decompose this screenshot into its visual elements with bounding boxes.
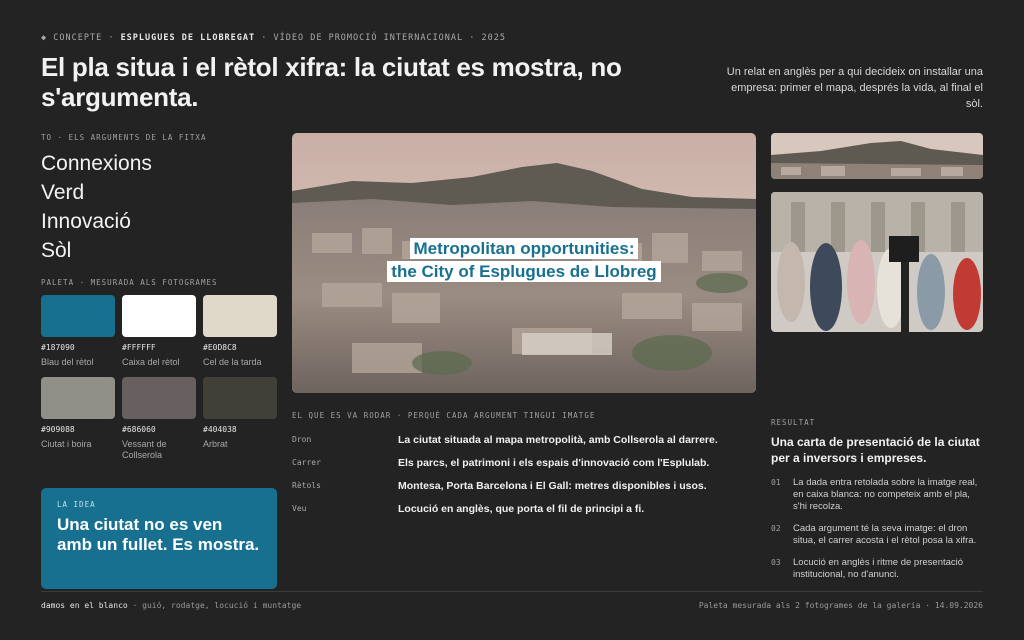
skyline-thumbnail: [771, 133, 983, 179]
shoot-key: Dron: [292, 435, 312, 444]
footer-divider: [41, 591, 983, 592]
idea-text: Una ciutat no es ven amb un fullet. Es m…: [57, 515, 260, 554]
swatch: #686060 Vessant de Collserola: [122, 377, 196, 487]
swatch-hex: #909088: [41, 425, 75, 434]
swatch-hex: #187090: [41, 343, 75, 352]
shoot-row: Dron La ciutat situada al mapa metropoli…: [292, 428, 756, 451]
intro-text: Un relat en anglès per a qui decideix on…: [726, 66, 983, 110]
result-number: 01: [771, 478, 781, 487]
swatch-name: Vessant de Collserola: [122, 439, 167, 460]
swatch-hex: #686060: [122, 425, 156, 434]
swatch-chip: [203, 295, 277, 337]
swatch-hex: #E0D8C8: [203, 343, 237, 352]
idea-label: LA IDEA: [57, 500, 96, 509]
swatch-chip: [122, 295, 196, 337]
shoot-value: La ciutat situada al mapa metropolità, a…: [398, 433, 718, 446]
shoot-key: Veu: [292, 504, 307, 513]
footer-credits: damos en el blanco · guió, rodatge, locu…: [41, 601, 301, 610]
shoot-row: Carrer Els parcs, el patrimoni i els esp…: [292, 451, 756, 474]
swatch: #404038 Arbrat: [203, 377, 277, 487]
shoot-value: Montesa, Porta Barcelona i El Gall: metr…: [398, 479, 707, 492]
eyebrow-concept: CONCEPTE: [53, 33, 103, 43]
eyebrow-city: ESPLUGUES DE LLOBREGAT: [120, 33, 256, 43]
swatch-chip: [203, 377, 277, 419]
shoot-list: Dron La ciutat situada al mapa metropoli…: [292, 428, 756, 520]
swatch-chip: [41, 295, 115, 337]
result-item: 01 La dada entra retolada sobre la imatg…: [771, 477, 986, 513]
event-thumbnail: [771, 192, 983, 332]
video-title-overlay: Metropolitan opportunities: the City of …: [292, 237, 756, 283]
skyline-image: [771, 133, 983, 179]
shoot-row: Rètols Montesa, Porta Barcelona i El Gal…: [292, 474, 756, 497]
page-title: El pla situa i el rètol xifra: la ciutat…: [41, 52, 622, 112]
video-title-line: Metropolitan opportunities:: [409, 238, 639, 259]
arguments-list: Connexions Verd Innovació Sòl: [41, 149, 152, 265]
argument-item: Innovació: [41, 210, 131, 233]
swatch: #909088 Ciutat i boira: [41, 377, 115, 487]
result-text: La dada entra retolada sobre la imatge r…: [793, 477, 978, 512]
shoot-key: Carrer: [292, 458, 321, 467]
palette-grid: #187090 Blau del rètol #FFFFFF Caixa del…: [41, 295, 277, 460]
shoot-value: Els parcs, el patrimoni i els espais d'i…: [398, 456, 710, 469]
shoot-value: Locució en anglès, que porta el fil de p…: [398, 502, 645, 515]
idea-card: LA IDEA Una ciutat no es ven amb un full…: [41, 488, 277, 589]
eyebrow-type: VÍDEO DE PROMOCIÓ INTERNACIONAL: [273, 33, 464, 43]
swatch-hex: #FFFFFF: [122, 343, 156, 352]
shoot-row: Veu Locució en anglès, que porta el fil …: [292, 497, 756, 520]
footer-note: Paleta mesurada als 2 fotogrames de la g…: [698, 601, 983, 610]
eyebrow-year: 2025: [481, 33, 506, 43]
result-number: 02: [771, 524, 781, 533]
result-item: 03 Locució en anglès i ritme de presenta…: [771, 557, 986, 581]
swatch-hex: #404038: [203, 425, 237, 434]
swatch-chip: [122, 377, 196, 419]
shoot-key: Rètols: [292, 481, 321, 490]
argument-item: Verd: [41, 181, 85, 204]
result-label: RESULTAT: [771, 418, 816, 427]
video-title-line: the City of Esplugues de Llobreg: [387, 261, 661, 282]
footer-brand: damos en el blanco: [41, 601, 128, 610]
swatch-name: Ciutat i boira: [41, 439, 92, 449]
main-video-frame: Metropolitan opportunities: the City of …: [292, 133, 756, 393]
arguments-label: TO · ELS ARGUMENTS DE LA FITXA: [41, 133, 207, 142]
result-title: Una carta de presentació de la ciutat pe…: [771, 435, 980, 465]
eyebrow: ◆ CONCEPTE · ESPLUGUES DE LLOBREGAT · VÍ…: [41, 33, 506, 43]
swatch-name: Arbrat: [203, 439, 228, 449]
swatch-name: Cel de la tarda: [203, 357, 262, 367]
result-text: Locució en anglès i ritme de presentació…: [793, 557, 964, 580]
shoot-label: EL QUE ES VA RODAR · PERQUÈ CADA ARGUMEN…: [292, 411, 596, 420]
swatch-name: Blau del rètol: [41, 357, 94, 367]
result-item: 02 Cada argument té la seva imatge: el d…: [771, 523, 986, 547]
result-number: 03: [771, 558, 781, 567]
swatch-name: Caixa del rètol: [122, 357, 180, 367]
result-list: 01 La dada entra retolada sobre la imatg…: [771, 477, 986, 591]
eyebrow-bullet: ◆: [41, 33, 48, 43]
swatch-chip: [41, 377, 115, 419]
result-text: Cada argument té la seva imatge: el dron…: [793, 523, 977, 546]
argument-item: Sòl: [41, 239, 72, 262]
argument-item: Connexions: [41, 152, 152, 175]
event-crowd-image: [771, 192, 983, 332]
footer-services: · guió, rodatge, locució i muntatge: [127, 601, 302, 610]
palette-label: PALETA · MESURADA ALS FOTOGRAMES: [41, 278, 218, 287]
